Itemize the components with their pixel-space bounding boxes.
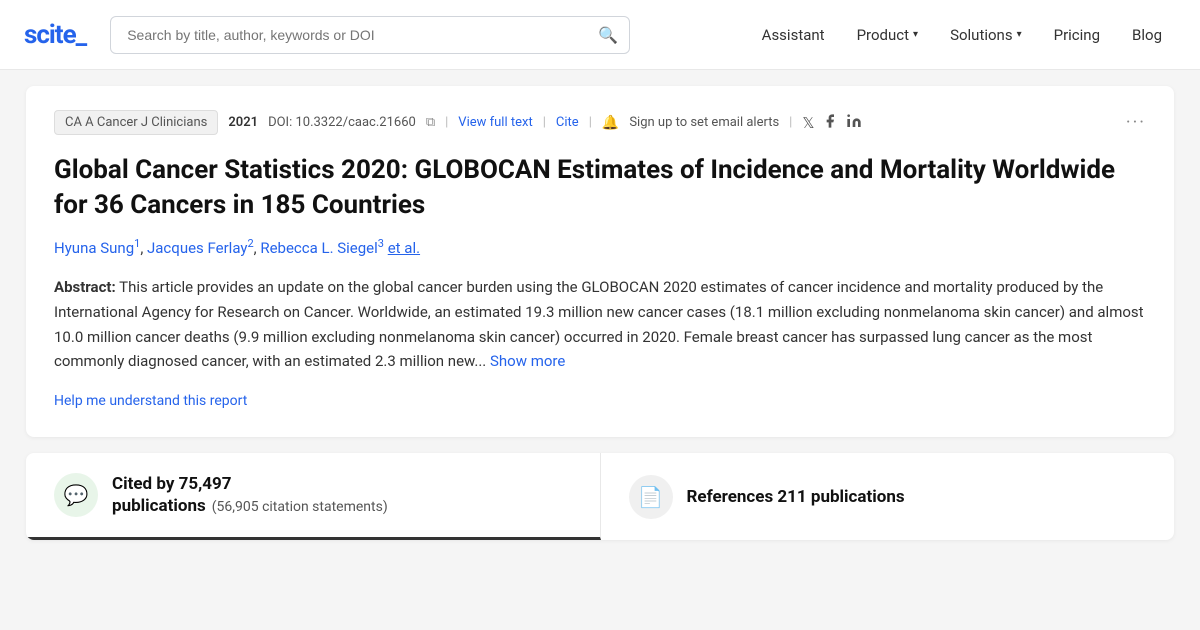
facebook-icon[interactable]: [822, 113, 838, 133]
logo[interactable]: scite_: [24, 20, 86, 50]
copy-icon[interactable]: ⧉: [426, 115, 435, 130]
author-1[interactable]: Hyuna Sung1: [54, 239, 140, 257]
bell-icon: 🔔: [602, 115, 619, 131]
cited-by-label: Cited by 75,497: [112, 473, 232, 495]
help-link[interactable]: Help me understand this report: [54, 393, 247, 409]
stats-bar: 💬 Cited by 75,497 publications (56,905 c…: [26, 453, 1174, 540]
nav-product[interactable]: Product ▾: [843, 18, 932, 52]
main-nav: Assistant Product ▾ Solutions ▾ Pricing …: [748, 18, 1176, 52]
article-meta: CA A Cancer J Clinicians 2021 DOI: 10.33…: [54, 110, 1146, 135]
nav-pricing[interactable]: Pricing: [1040, 18, 1114, 52]
author-3[interactable]: Rebecca L. Siegel3: [260, 239, 384, 257]
header: scite_ 🔍 Assistant Product ▾ Solutions ▾…: [0, 0, 1200, 70]
nav-blog[interactable]: Blog: [1118, 18, 1176, 52]
article-doi: DOI: 10.3322/caac.21660: [268, 115, 416, 130]
abstract-text: Abstract: This article provides an updat…: [54, 275, 1146, 374]
search-input[interactable]: [110, 16, 630, 54]
chevron-down-icon: ▾: [913, 29, 918, 40]
search-bar: 🔍: [110, 16, 630, 54]
view-full-text-link[interactable]: View full text: [458, 115, 532, 130]
journal-badge: CA A Cancer J Clinicians: [54, 110, 218, 135]
nav-assistant[interactable]: Assistant: [748, 18, 839, 52]
chevron-down-icon: ▾: [1017, 29, 1022, 40]
references-label: References 211 publications: [687, 487, 905, 507]
references-icon: 📄: [629, 475, 673, 519]
cited-by-info: Cited by 75,497 publications (56,905 cit…: [112, 473, 388, 517]
cite-link[interactable]: Cite: [556, 115, 579, 130]
show-more-link[interactable]: Show more: [490, 352, 565, 370]
article-title: Global Cancer Statistics 2020: GLOBOCAN …: [54, 153, 1146, 223]
twitter-icon[interactable]: 𝕏: [802, 114, 814, 132]
main-content: CA A Cancer J Clinicians 2021 DOI: 10.33…: [10, 70, 1190, 556]
article-card: CA A Cancer J Clinicians 2021 DOI: 10.33…: [26, 86, 1174, 437]
references-tab[interactable]: 📄 References 211 publications: [601, 453, 1175, 540]
cited-by-tab[interactable]: 💬 Cited by 75,497 publications (56,905 c…: [26, 453, 601, 540]
references-info: References 211 publications: [687, 486, 905, 508]
cited-by-sub: publications: [112, 495, 206, 517]
more-options-button[interactable]: ···: [1126, 112, 1146, 133]
cited-by-icon: 💬: [54, 473, 98, 517]
social-icons: 𝕏: [802, 113, 862, 133]
et-al-link[interactable]: et al.: [388, 239, 420, 257]
alert-text: Sign up to set email alerts: [629, 115, 779, 130]
article-year: 2021: [228, 115, 258, 130]
search-icon[interactable]: 🔍: [598, 25, 618, 44]
author-2[interactable]: Jacques Ferlay2: [147, 239, 254, 257]
article-authors: Hyuna Sung1, Jacques Ferlay2, Rebecca L.…: [54, 237, 1146, 257]
citation-statements: (56,905 citation statements): [212, 499, 388, 515]
linkedin-icon[interactable]: [846, 113, 862, 133]
nav-solutions[interactable]: Solutions ▾: [936, 18, 1036, 52]
